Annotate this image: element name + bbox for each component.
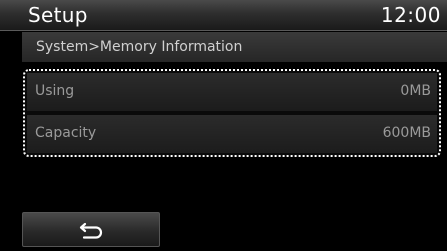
page-title: Setup [28, 3, 88, 27]
memory-row-using: Using 0MB [27, 73, 437, 111]
breadcrumb: System>Memory Information [22, 32, 447, 62]
using-label: Using [35, 83, 75, 99]
memory-info-panel: Using 0MB Capacity 600MB [23, 69, 441, 157]
title-bar: Setup 12:00 [0, 0, 447, 31]
capacity-value: 600MB [382, 125, 431, 141]
back-button[interactable] [22, 212, 160, 247]
breadcrumb-path: System>Memory Information [36, 39, 243, 55]
using-value: 0MB [400, 83, 431, 99]
back-arrow-icon [79, 222, 103, 239]
memory-row-capacity: Capacity 600MB [27, 115, 437, 153]
clock: 12:00 [380, 3, 441, 27]
capacity-label: Capacity [35, 125, 97, 141]
